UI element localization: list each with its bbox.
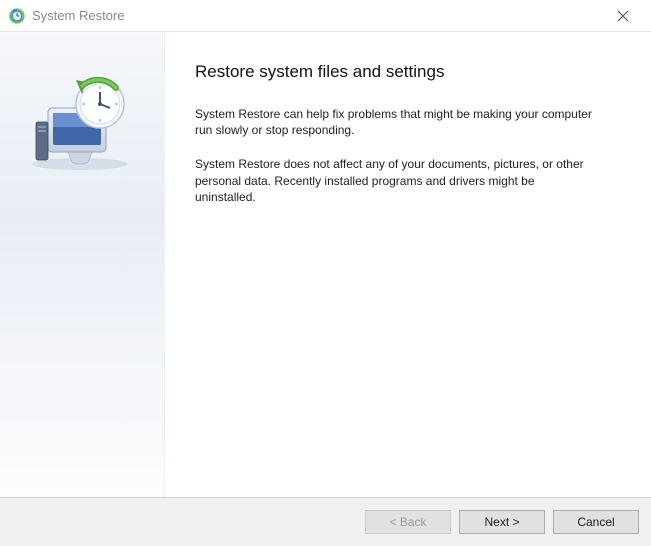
next-button[interactable]: Next >	[459, 510, 545, 534]
system-restore-icon	[8, 7, 26, 25]
titlebar: System Restore	[0, 0, 651, 32]
wizard-content: Restore system files and settings System…	[0, 32, 651, 498]
back-button: < Back	[365, 510, 451, 534]
page-heading: Restore system files and settings	[195, 62, 621, 82]
intro-paragraph-1: System Restore can help fix problems tha…	[195, 106, 595, 138]
cancel-button[interactable]: Cancel	[553, 510, 639, 534]
close-button[interactable]	[603, 2, 643, 30]
intro-paragraph-2: System Restore does not affect any of yo…	[195, 156, 595, 205]
wizard-main: Restore system files and settings System…	[165, 32, 651, 497]
wizard-footer: < Back Next > Cancel	[0, 498, 651, 546]
window-title: System Restore	[32, 8, 603, 23]
system-restore-graphic-icon	[20, 161, 140, 175]
wizard-sidebar	[0, 32, 165, 497]
